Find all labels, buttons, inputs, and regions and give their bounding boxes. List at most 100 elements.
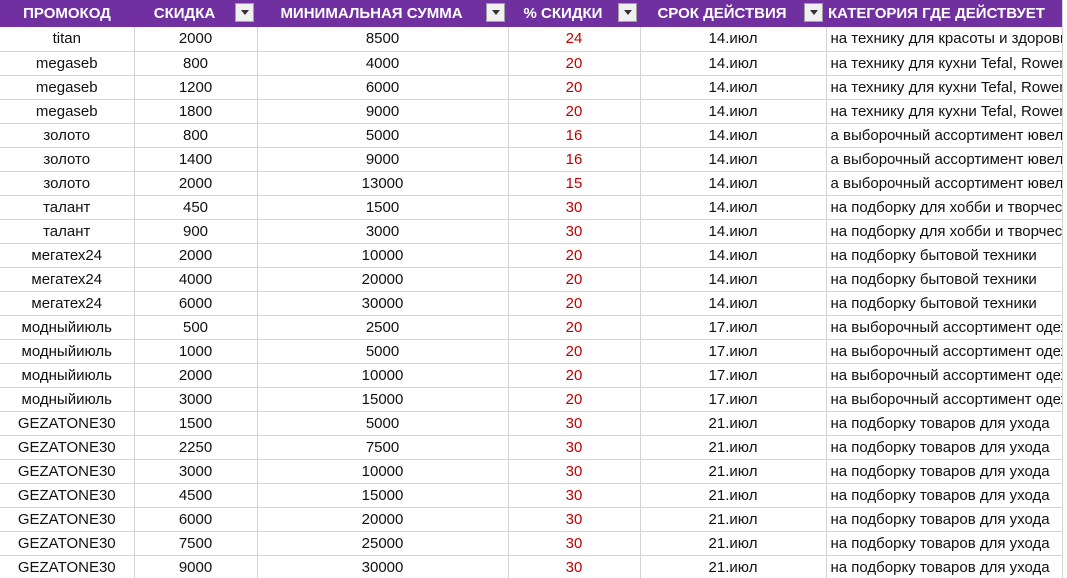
- cell-promo-code[interactable]: мегатех24: [0, 243, 135, 268]
- cell-percent[interactable]: 20: [508, 363, 641, 388]
- cell-category[interactable]: на подборку товаров для ухода: [826, 411, 1063, 436]
- cell-category[interactable]: а выборочный ассортимент ювелирных: [826, 171, 1063, 196]
- cell-min-sum[interactable]: 9000: [257, 99, 509, 124]
- cell-discount[interactable]: 7500: [134, 531, 258, 556]
- cell-category[interactable]: на подборку товаров для ухода: [826, 507, 1063, 532]
- cell-promo-code[interactable]: золото: [0, 147, 135, 172]
- cell-promo-code[interactable]: модныйиюль: [0, 363, 135, 388]
- cell-min-sum[interactable]: 9000: [257, 147, 509, 172]
- cell-discount[interactable]: 4000: [134, 267, 258, 292]
- cell-promo-code[interactable]: megaseb: [0, 75, 135, 100]
- cell-discount[interactable]: 450: [134, 195, 258, 220]
- cell-percent[interactable]: 16: [508, 147, 641, 172]
- cell-promo-code[interactable]: талант: [0, 195, 135, 220]
- cell-promo-code[interactable]: megaseb: [0, 99, 135, 124]
- cell-promo-code[interactable]: GEZATONE30: [0, 411, 135, 436]
- cell-min-sum[interactable]: 6000: [257, 75, 509, 100]
- cell-percent[interactable]: 20: [508, 339, 641, 364]
- cell-category[interactable]: на подборку бытовой техники: [826, 267, 1063, 292]
- cell-valid-until[interactable]: 21.июл: [640, 555, 827, 578]
- cell-promo-code[interactable]: GEZATONE30: [0, 555, 135, 578]
- cell-min-sum[interactable]: 2500: [257, 315, 509, 340]
- cell-category[interactable]: на технику для кухни Tefal, Rowenta: [826, 99, 1063, 124]
- header-percent[interactable]: % СКИДКИ: [508, 0, 640, 27]
- cell-percent[interactable]: 30: [508, 459, 641, 484]
- cell-percent[interactable]: 30: [508, 531, 641, 556]
- cell-valid-until[interactable]: 17.июл: [640, 339, 827, 364]
- cell-category[interactable]: на подборку товаров для ухода: [826, 459, 1063, 484]
- cell-min-sum[interactable]: 8500: [257, 27, 509, 52]
- header-valid-until[interactable]: СРОК ДЕЙСТВИЯ: [640, 0, 826, 27]
- cell-min-sum[interactable]: 1500: [257, 195, 509, 220]
- cell-percent[interactable]: 20: [508, 99, 641, 124]
- cell-discount[interactable]: 3000: [134, 459, 258, 484]
- cell-min-sum[interactable]: 30000: [257, 555, 509, 578]
- cell-percent[interactable]: 24: [508, 27, 641, 52]
- filter-dropdown-icon[interactable]: [235, 3, 254, 22]
- cell-min-sum[interactable]: 3000: [257, 219, 509, 244]
- cell-discount[interactable]: 1200: [134, 75, 258, 100]
- cell-promo-code[interactable]: золото: [0, 171, 135, 196]
- cell-category[interactable]: на выборочный ассортимент одежды: [826, 315, 1063, 340]
- cell-discount[interactable]: 800: [134, 51, 258, 76]
- cell-valid-until[interactable]: 17.июл: [640, 387, 827, 412]
- cell-valid-until[interactable]: 14.июл: [640, 267, 827, 292]
- cell-percent[interactable]: 16: [508, 123, 641, 148]
- cell-valid-until[interactable]: 21.июл: [640, 483, 827, 508]
- cell-promo-code[interactable]: модныйиюль: [0, 339, 135, 364]
- cell-valid-until[interactable]: 14.июл: [640, 99, 827, 124]
- cell-valid-until[interactable]: 14.июл: [640, 123, 827, 148]
- cell-valid-until[interactable]: 21.июл: [640, 411, 827, 436]
- cell-promo-code[interactable]: модныйиюль: [0, 387, 135, 412]
- cell-percent[interactable]: 30: [508, 195, 641, 220]
- cell-discount[interactable]: 1500: [134, 411, 258, 436]
- cell-discount[interactable]: 2000: [134, 27, 258, 52]
- cell-discount[interactable]: 6000: [134, 507, 258, 532]
- cell-discount[interactable]: 6000: [134, 291, 258, 316]
- cell-promo-code[interactable]: GEZATONE30: [0, 435, 135, 460]
- cell-min-sum[interactable]: 25000: [257, 531, 509, 556]
- header-min-sum[interactable]: МИНИМАЛЬНАЯ СУММА: [257, 0, 508, 27]
- cell-discount[interactable]: 4500: [134, 483, 258, 508]
- cell-discount[interactable]: 500: [134, 315, 258, 340]
- cell-category[interactable]: на подборку бытовой техники: [826, 291, 1063, 316]
- cell-valid-until[interactable]: 17.июл: [640, 315, 827, 340]
- cell-category[interactable]: на подборку бытовой техники: [826, 243, 1063, 268]
- cell-promo-code[interactable]: GEZATONE30: [0, 531, 135, 556]
- cell-category[interactable]: на подборку для хобби и творчества: [826, 219, 1063, 244]
- cell-promo-code[interactable]: GEZATONE30: [0, 483, 135, 508]
- cell-category[interactable]: на подборку товаров для ухода: [826, 531, 1063, 556]
- cell-min-sum[interactable]: 13000: [257, 171, 509, 196]
- cell-promo-code[interactable]: золото: [0, 123, 135, 148]
- cell-promo-code[interactable]: GEZATONE30: [0, 459, 135, 484]
- cell-min-sum[interactable]: 7500: [257, 435, 509, 460]
- cell-category[interactable]: на технику для красоты и здоровья: [826, 27, 1063, 52]
- cell-discount[interactable]: 2000: [134, 171, 258, 196]
- cell-valid-until[interactable]: 14.июл: [640, 219, 827, 244]
- cell-min-sum[interactable]: 15000: [257, 483, 509, 508]
- cell-discount[interactable]: 2000: [134, 363, 258, 388]
- cell-valid-until[interactable]: 14.июл: [640, 27, 827, 52]
- cell-category[interactable]: на подборку для хобби и творчества: [826, 195, 1063, 220]
- cell-category[interactable]: на технику для кухни Tefal, Rowenta: [826, 51, 1063, 76]
- header-promo[interactable]: ПРОМОКОД: [0, 0, 134, 27]
- cell-valid-until[interactable]: 21.июл: [640, 459, 827, 484]
- cell-discount[interactable]: 1000: [134, 339, 258, 364]
- cell-min-sum[interactable]: 5000: [257, 123, 509, 148]
- cell-category[interactable]: на подборку товаров для ухода: [826, 555, 1063, 578]
- cell-category[interactable]: на выборочный ассортимент одежды: [826, 387, 1063, 412]
- cell-min-sum[interactable]: 4000: [257, 51, 509, 76]
- cell-min-sum[interactable]: 20000: [257, 507, 509, 532]
- cell-valid-until[interactable]: 21.июл: [640, 531, 827, 556]
- cell-category[interactable]: а выборочный ассортимент ювелирных: [826, 147, 1063, 172]
- cell-percent[interactable]: 20: [508, 243, 641, 268]
- cell-percent[interactable]: 20: [508, 315, 641, 340]
- cell-min-sum[interactable]: 10000: [257, 459, 509, 484]
- filter-dropdown-icon[interactable]: [804, 3, 823, 22]
- cell-percent[interactable]: 30: [508, 435, 641, 460]
- cell-discount[interactable]: 1400: [134, 147, 258, 172]
- cell-percent[interactable]: 20: [508, 291, 641, 316]
- cell-percent[interactable]: 30: [508, 507, 641, 532]
- cell-min-sum[interactable]: 5000: [257, 339, 509, 364]
- cell-valid-until[interactable]: 14.июл: [640, 195, 827, 220]
